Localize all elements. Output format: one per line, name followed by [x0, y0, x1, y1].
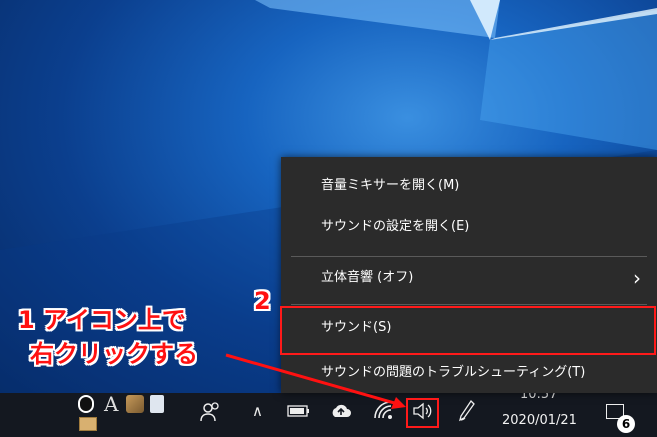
- annotation-arrow: [225, 353, 406, 409]
- annotation-step2: 2: [254, 287, 271, 315]
- annotation-step1-line1: 1 アイコン上で: [18, 306, 186, 334]
- annotation-step1-line2: 右クリックする: [30, 340, 198, 368]
